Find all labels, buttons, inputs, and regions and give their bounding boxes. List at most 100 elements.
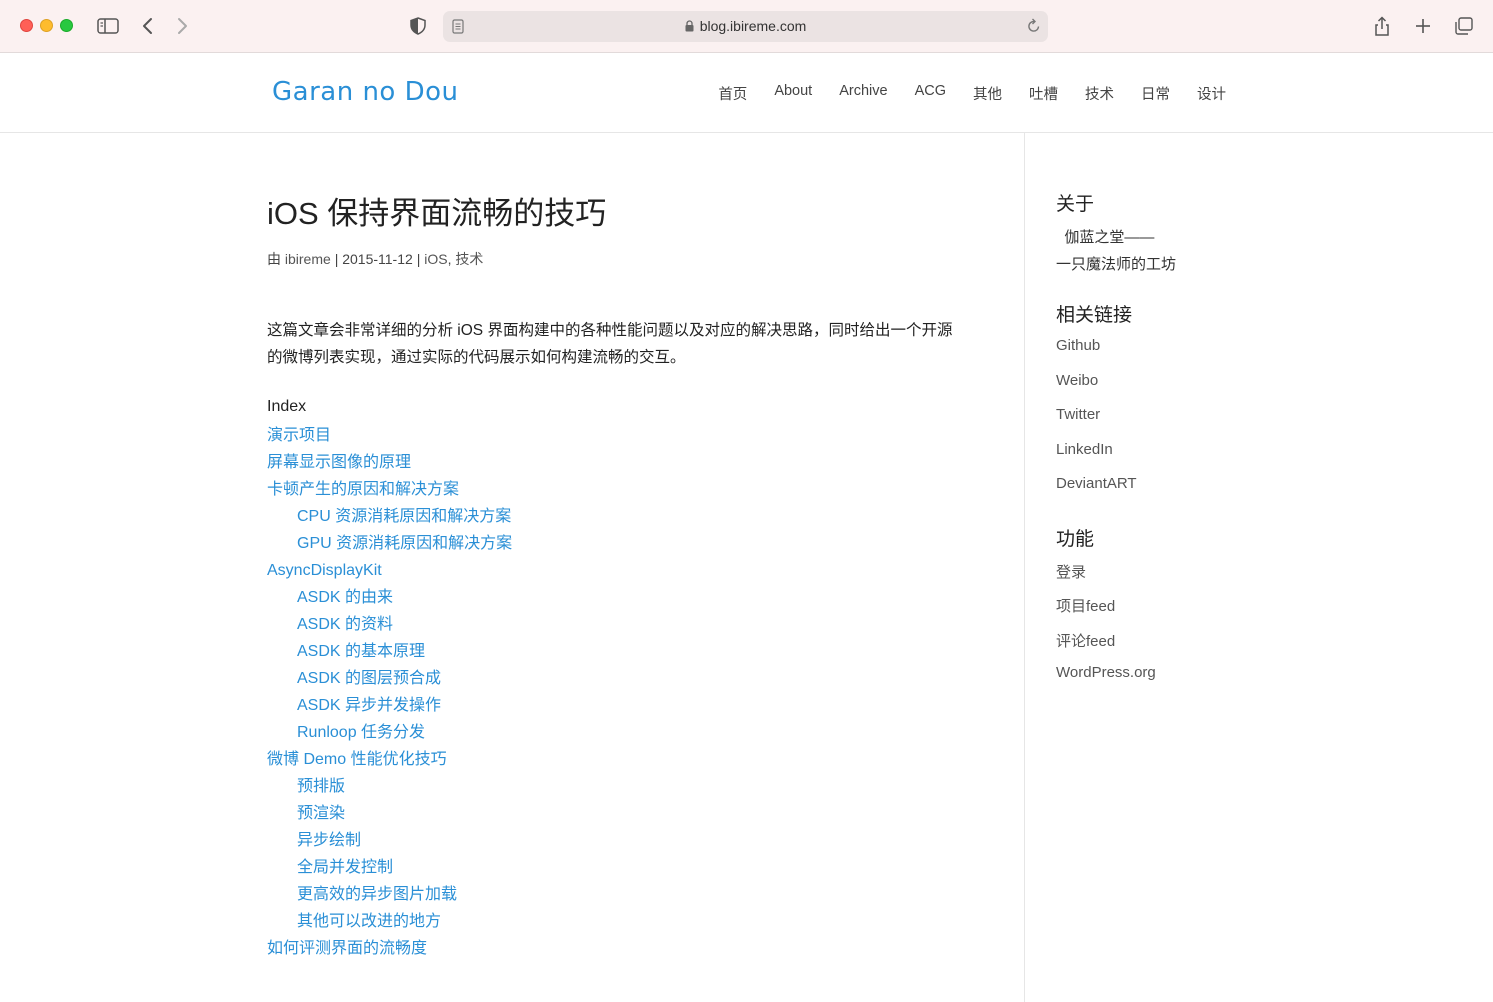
url-text: blog.ibireme.com xyxy=(699,18,807,34)
about-text: 伽蓝之堂—— 一只魔法师的工坊 xyxy=(1056,224,1456,278)
meta-comma: , xyxy=(447,251,452,267)
toc-link[interactable]: CPU 资源消耗原因和解决方案 xyxy=(297,508,511,525)
toc-subitem: CPU 资源消耗原因和解决方案 xyxy=(267,503,512,530)
back-chevron-icon[interactable] xyxy=(138,12,158,40)
main-nav: 首页 About Archive ACG 其他 吐槽 技术 日常 设计 xyxy=(718,83,1226,104)
toc-item: 如何评测界面的流畅度 xyxy=(267,935,512,962)
toc-item: 卡顿产生的原因和解决方案 xyxy=(267,476,512,503)
list-item: 登录 xyxy=(1056,561,1456,596)
widget-about: 关于 伽蓝之堂—— 一只魔法师的工坊 xyxy=(1056,189,1456,278)
list-item: 项目feed xyxy=(1056,595,1456,630)
toc-link[interactable]: 全局并发控制 xyxy=(297,859,393,876)
toc-link[interactable]: ASDK 的基本原理 xyxy=(297,643,425,660)
list-item: Github xyxy=(1056,337,1456,372)
link-comments-feed[interactable]: 评论feed xyxy=(1056,633,1115,650)
reload-icon[interactable] xyxy=(1027,18,1041,39)
new-tab-plus-icon[interactable] xyxy=(1413,12,1433,40)
meta-separator: | xyxy=(416,251,421,267)
minimize-window-button[interactable] xyxy=(40,19,53,32)
toc-link[interactable]: 其他可以改进的地方 xyxy=(297,913,441,930)
link-entries-feed[interactable]: 项目feed xyxy=(1056,598,1115,615)
nav-item-acg[interactable]: ACG xyxy=(915,83,946,104)
toc-subitem: ASDK 的基本原理 xyxy=(267,638,512,665)
toc-link[interactable]: ASDK 的资料 xyxy=(297,616,393,633)
toc-link[interactable]: 卡顿产生的原因和解决方案 xyxy=(267,481,459,498)
toc-link[interactable]: Runloop 任务分发 xyxy=(297,724,425,741)
toc-link[interactable]: ASDK 的由来 xyxy=(297,589,393,606)
meta-category-link[interactable]: iOS xyxy=(424,251,447,267)
toc-link[interactable]: 预排版 xyxy=(297,778,345,795)
post-title: iOS 保持界面流畅的技巧 xyxy=(267,196,607,231)
forward-chevron-icon[interactable] xyxy=(172,12,192,40)
list-item: WordPress.org xyxy=(1056,664,1456,699)
list-item: 评论feed xyxy=(1056,630,1456,665)
privacy-shield-icon[interactable] xyxy=(408,12,428,40)
lock-icon xyxy=(685,19,694,32)
toc-link[interactable]: 微博 Demo 性能优化技巧 xyxy=(267,751,447,768)
toc-subitem: GPU 资源消耗原因和解决方案 xyxy=(267,530,512,557)
toc-link[interactable]: ASDK 的图层预合成 xyxy=(297,670,441,687)
widget-title: 功能 xyxy=(1056,528,1095,550)
nav-item-home[interactable]: 首页 xyxy=(718,83,747,104)
toc-subitem: ASDK 异步并发操作 xyxy=(267,692,512,719)
toc-subitem: 其他可以改进的地方 xyxy=(267,908,512,935)
toc-link[interactable]: 如何评测界面的流畅度 xyxy=(267,940,427,957)
site-header: Garan no Dou 首页 About Archive ACG 其他 吐槽 … xyxy=(0,53,1493,133)
nav-item-daily[interactable]: 日常 xyxy=(1141,83,1170,104)
toc-link[interactable]: 更高效的异步图片加载 xyxy=(297,886,457,903)
toc-link[interactable]: 异步绘制 xyxy=(297,832,361,849)
nav-item-about[interactable]: About xyxy=(774,83,812,104)
toc-subitem: 预排版 xyxy=(267,773,512,800)
nav-item-rant[interactable]: 吐槽 xyxy=(1029,83,1058,104)
toc-link[interactable]: 预渲染 xyxy=(297,805,345,822)
link-wordpress-org[interactable]: WordPress.org xyxy=(1056,664,1156,681)
share-icon[interactable] xyxy=(1372,12,1392,40)
widget-title: 关于 xyxy=(1056,194,1095,215)
browser-toolbar: blog.ibireme.com xyxy=(0,0,1493,53)
toc-subitem: 预渲染 xyxy=(267,800,512,827)
table-of-contents: 演示项目 屏幕显示图像的原理 卡顿产生的原因和解决方案 CPU 资源消耗原因和解… xyxy=(267,422,512,962)
toc-link[interactable]: 演示项目 xyxy=(267,427,331,444)
nav-item-design[interactable]: 设计 xyxy=(1197,83,1226,104)
tab-overview-icon[interactable] xyxy=(1453,12,1475,40)
about-line: 伽蓝之堂—— xyxy=(1056,229,1155,246)
links-list: Github Weibo Twitter LinkedIn DeviantART xyxy=(1056,337,1456,510)
toc-link[interactable]: ASDK 异步并发操作 xyxy=(297,697,441,714)
toc-link[interactable]: GPU 资源消耗原因和解决方案 xyxy=(297,535,512,552)
meta-category-link[interactable]: 技术 xyxy=(455,251,483,267)
site-logo[interactable]: Garan no Dou xyxy=(272,77,459,107)
address-bar[interactable]: blog.ibireme.com xyxy=(443,11,1048,42)
about-line: 一只魔法师的工坊 xyxy=(1056,256,1177,273)
toc-link[interactable]: 屏幕显示图像的原理 xyxy=(267,454,411,471)
list-item: Weibo xyxy=(1056,372,1456,407)
list-item: DeviantART xyxy=(1056,475,1456,510)
nav-item-other[interactable]: 其他 xyxy=(973,83,1002,104)
link-twitter[interactable]: Twitter xyxy=(1056,406,1100,423)
toc-link[interactable]: AsyncDisplayKit xyxy=(267,562,382,579)
link-github[interactable]: Github xyxy=(1056,337,1100,354)
link-login[interactable]: 登录 xyxy=(1056,564,1086,581)
widget-functions: 功能 登录 项目feed 评论feed WordPress.org xyxy=(1056,524,1456,699)
zoom-window-button[interactable] xyxy=(60,19,73,32)
sidebar-toggle-icon[interactable] xyxy=(96,12,120,40)
list-item: Twitter xyxy=(1056,406,1456,441)
nav-item-tech[interactable]: 技术 xyxy=(1085,83,1114,104)
toc-subitem: 全局并发控制 xyxy=(267,854,512,881)
widget-links: 相关链接 Github Weibo Twitter LinkedIn Devia… xyxy=(1056,300,1456,510)
toc-item: 微博 Demo 性能优化技巧 xyxy=(267,746,512,773)
toc-subitem: ASDK 的由来 xyxy=(267,584,512,611)
link-deviantart[interactable]: DeviantART xyxy=(1056,475,1137,492)
toc-item: 屏幕显示图像的原理 xyxy=(267,449,512,476)
toc-item: 演示项目 xyxy=(267,422,512,449)
meta-author-link[interactable]: ibireme xyxy=(285,251,331,267)
link-weibo[interactable]: Weibo xyxy=(1056,372,1098,389)
toc-item: AsyncDisplayKit xyxy=(267,557,512,584)
post-meta: 由 ibireme | 2015-11-12 | iOS, 技术 xyxy=(267,249,483,269)
nav-item-archive[interactable]: Archive xyxy=(839,83,887,104)
toc-subitem: ASDK 的资料 xyxy=(267,611,512,638)
meta-by: 由 xyxy=(267,251,281,267)
article-column: iOS 保持界面流畅的技巧 由 ibireme | 2015-11-12 | i… xyxy=(0,133,1025,1002)
link-linkedin[interactable]: LinkedIn xyxy=(1056,441,1113,458)
toc-subitem: 异步绘制 xyxy=(267,827,512,854)
close-window-button[interactable] xyxy=(20,19,33,32)
